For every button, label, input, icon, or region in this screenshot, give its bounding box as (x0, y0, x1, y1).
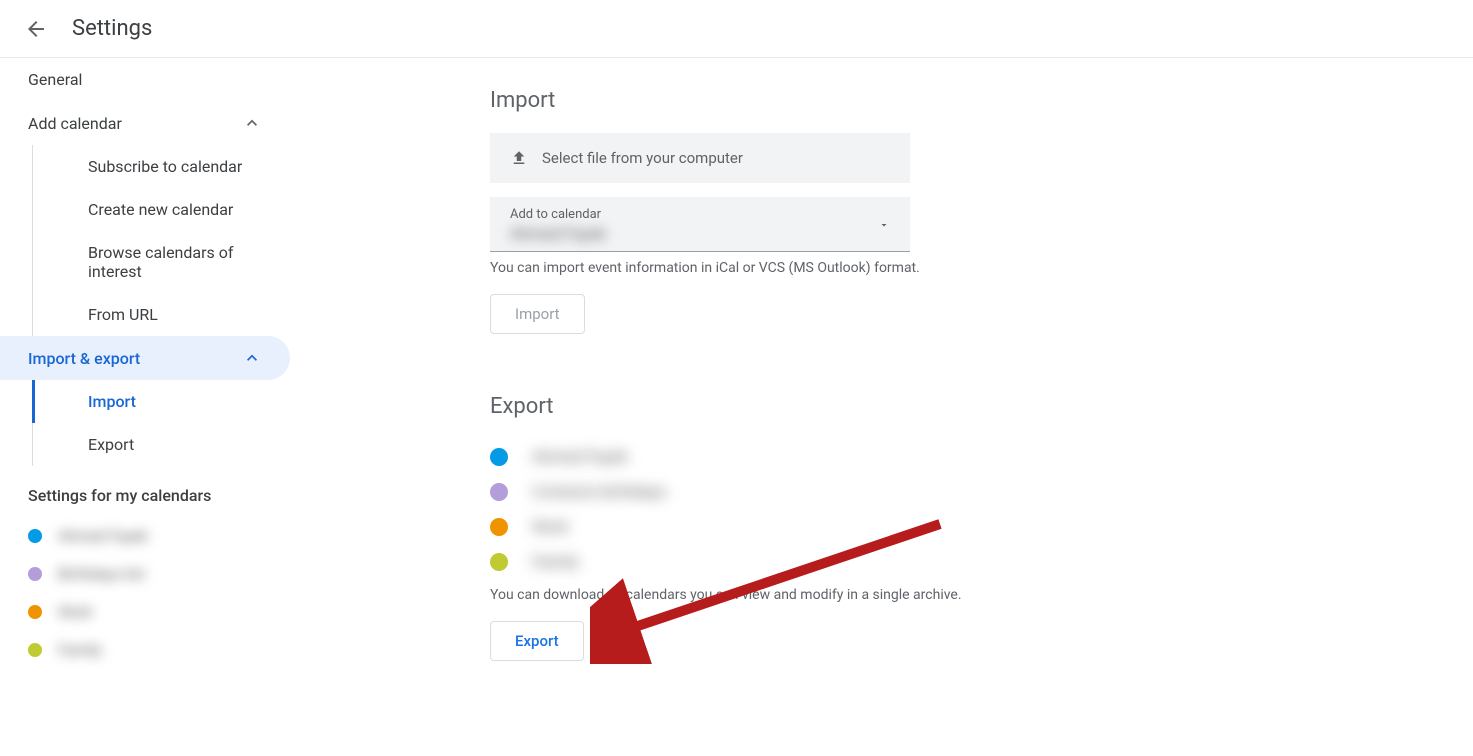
sidebar-item-general[interactable]: General (0, 58, 290, 101)
upload-icon (510, 149, 528, 167)
export-section-title: Export (490, 394, 1150, 419)
sidebar-calendar-item[interactable]: Family (0, 631, 290, 669)
calendar-name: Birthdays list (58, 565, 145, 583)
calendar-name: Work (532, 517, 569, 536)
import-button[interactable]: Import (490, 294, 585, 334)
sidebar-item-subscribe[interactable]: Subscribe to calendar (30, 145, 290, 188)
sidebar-item-label: Import (88, 392, 136, 411)
sidebar-item-from-url[interactable]: From URL (30, 293, 290, 336)
chevron-up-icon (242, 348, 262, 368)
export-calendar-item: Work (490, 509, 1150, 544)
sidebar-heading-my-calendars: Settings for my calendars (0, 466, 290, 517)
back-arrow-icon[interactable] (24, 17, 48, 41)
import-section-title: Import (490, 88, 1150, 113)
sidebar-item-label: From URL (88, 305, 158, 324)
add-to-calendar-dropdown[interactable]: Add to calendar Ahmed Fayek (490, 197, 910, 252)
sidebar-calendar-item[interactable]: Work (0, 593, 290, 631)
sidebar-item-import[interactable]: Import (30, 380, 290, 423)
export-helper-text: You can download all calendars you can v… (490, 587, 1150, 603)
select-file-label: Select file from your computer (542, 149, 743, 167)
export-button[interactable]: Export (490, 621, 584, 661)
sidebar-item-create-new[interactable]: Create new calendar (30, 188, 290, 231)
dropdown-arrow-icon (878, 219, 890, 231)
export-calendars-list: Ahmed Fayek Contacts birthdays Work Family (490, 439, 1150, 579)
export-calendar-item: Contacts birthdays (490, 474, 1150, 509)
export-section: Export Ahmed Fayek Contacts birthdays Work… (490, 394, 1150, 661)
header: Settings (0, 0, 1473, 58)
calendar-name: Family (532, 552, 579, 571)
calendar-name: Ahmed Fayek (532, 447, 628, 466)
select-file-button[interactable]: Select file from your computer (490, 133, 910, 183)
sidebar-item-label: Browse calendars of interest (88, 243, 262, 281)
sidebar-item-label: Add calendar (28, 114, 122, 133)
calendar-color-dot (490, 553, 508, 571)
calendar-name: Ahmed Fayek (58, 527, 148, 545)
sidebar-calendar-item[interactable]: Ahmed Fayek (0, 517, 290, 555)
sidebar-item-import-export[interactable]: Import & export (0, 336, 290, 380)
calendar-color-dot (490, 448, 508, 466)
dropdown-value: Ahmed Fayek (510, 224, 606, 243)
sidebar-item-label: Subscribe to calendar (88, 157, 242, 176)
calendar-color-dot (28, 643, 42, 657)
sidebar-item-export[interactable]: Export (30, 423, 290, 466)
dropdown-label: Add to calendar (510, 207, 606, 222)
calendar-color-dot (490, 518, 508, 536)
import-helper-text: You can import event information in iCal… (490, 260, 1150, 276)
calendar-name: Family (58, 641, 102, 659)
calendar-color-dot (28, 529, 42, 543)
sidebar-calendar-item[interactable]: Birthdays list (0, 555, 290, 593)
sidebar-item-label: Export (88, 435, 134, 454)
sidebar-item-browse[interactable]: Browse calendars of interest (30, 231, 290, 293)
calendar-color-dot (490, 483, 508, 501)
chevron-up-icon (242, 113, 262, 133)
main-content: Import Select file from your computer Ad… (290, 58, 1190, 721)
calendar-name: Work (58, 603, 92, 621)
calendar-name: Contacts birthdays (532, 482, 666, 501)
calendar-color-dot (28, 605, 42, 619)
export-calendar-item: Family (490, 544, 1150, 579)
import-section: Import Select file from your computer Ad… (490, 88, 1150, 334)
sidebar-item-label: Create new calendar (88, 200, 233, 219)
sidebar-item-label: Import & export (28, 349, 140, 368)
sidebar-item-label: General (28, 70, 82, 89)
calendar-color-dot (28, 567, 42, 581)
sidebar-item-add-calendar[interactable]: Add calendar (0, 101, 290, 145)
page-title: Settings (72, 16, 152, 41)
sidebar: General Add calendar Subscribe to calend… (0, 58, 290, 721)
export-calendar-item: Ahmed Fayek (490, 439, 1150, 474)
